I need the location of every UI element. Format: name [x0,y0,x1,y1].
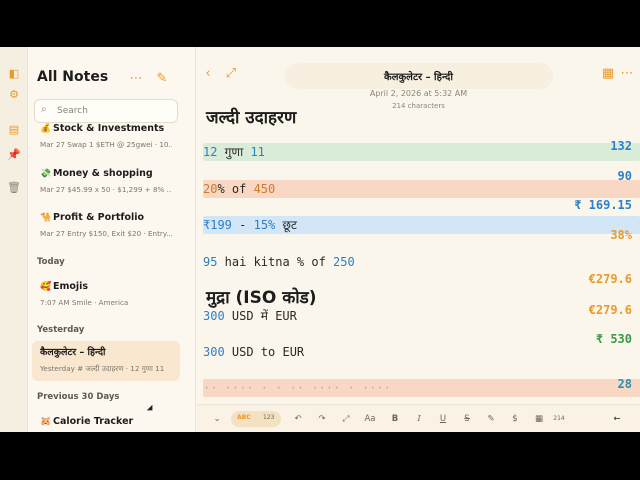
strikethrough-icon[interactable]: S [462,412,472,426]
table-icon[interactable]: ▦ [534,412,544,426]
more-options-icon[interactable]: ⋯ [128,71,144,87]
calc-line[interactable]: 95 hai kitna % of 250 [203,253,640,271]
calc-result: €279.6 [588,272,632,286]
note-emoji: 🐹 [40,417,52,427]
document-date: April 2, 2026 at 5:32 AM [369,89,468,98]
gear-icon[interactable]: ⚙ [7,88,21,102]
note-meta: Yesterday # जल्दी उदाहरण · 12 गुणा 11 [40,364,165,373]
note-title: Stock & Investments [53,123,165,134]
note-item-profit-portfolio[interactable]: 🐪 Profit & Portfolio Mar 27 Entry $150, E… [32,208,180,248]
note-meta: Mar 27 Entry $150, Exit $20 · Entry... [40,229,172,238]
calc-line[interactable]: 20% of 450 [203,180,640,198]
calc-line[interactable]: ₹199 - 15% छूट [203,216,640,234]
notes-sidebar: All Notes ⋯ ✎ ⌕ 💰Stock & Investments Mar… [28,47,196,432]
section-heading: जल्दी उदाहरण [206,108,297,128]
note-meta: 7:07 AM Smile · America [40,298,129,307]
section-header-yesterday: Yesterday [37,325,85,335]
note-emoji: 💰 [40,124,52,134]
note-item-emojis[interactable]: 🥰 Emojis 7:07 AM Smile · America [32,277,180,317]
font-size-icon[interactable]: Aa [363,412,377,426]
note-title: Money & shopping [53,168,153,179]
grid-view-icon[interactable]: ▦ [601,66,615,82]
redo-icon[interactable]: ↷ [316,412,328,426]
editor-header: ‹ ⤢ कैलकुलेटर – हिन्दी April 2, 2026 at … [197,47,640,110]
calc-result: ₹ 169.15 [574,198,632,212]
note-title: कैलकुलेटर – हिन्दी [40,347,106,358]
toolbar-char-count: 214 [553,415,565,422]
sidebar-title: All Notes [37,69,109,85]
note-title: Profit & Portfolio [53,212,145,223]
notes-app-window: ◧ ⚙ ▤ 📌 🗑 All Notes ⋯ ✎ ⌕ 💰Stock & Inves… [0,47,640,432]
note-item-calculator-hindi[interactable]: कैलकुलेटर – हिन्दी Yesterday # जल्दी उदा… [32,341,180,381]
bold-icon[interactable]: B [390,412,400,426]
note-emoji: 💸 [40,169,52,179]
calc-result: 38% [610,228,632,242]
section-header-previous-30-days: Previous 30 Days [37,392,120,402]
note-emoji: 🐪 [40,213,52,223]
sidebar-toggle-icon[interactable]: ◧ [7,67,21,81]
note-meta: Mar 27 $45.99 x 50 · $1,299 + 8% ... [40,185,172,194]
pin-icon[interactable]: 📌 [7,148,21,162]
note-meta: Mar 27 Swap 1 $ETH @ 25gwei · 10... [40,140,172,149]
underline-icon[interactable]: U [438,412,448,426]
section-header-today: Today [37,257,65,267]
section-heading: मुद्रा (ISO कोड) [206,288,317,308]
highlighter-icon[interactable]: ✎ [486,412,496,426]
new-note-icon[interactable]: ✎ [154,71,170,87]
more-options-icon[interactable]: ⋯ [620,66,634,82]
mode-123-label[interactable]: 123 [263,414,274,421]
arrow-left-icon[interactable]: ← [611,412,623,426]
calc-line[interactable]: 300 USD to EUR [203,343,640,361]
calc-result: 132 [610,139,632,153]
mode-abc-label[interactable]: ABC [237,414,251,421]
currency-icon[interactable]: $ [510,412,520,426]
calc-result: 28 [617,377,632,391]
document-icon[interactable]: ▤ [7,123,21,137]
collapse-chevron-icon[interactable]: ⌄ [211,412,223,426]
calc-line-partial[interactable]: ·· ···· · · ·· ···· · ···· [203,379,640,389]
resize-icon[interactable]: ⤢ [340,412,352,426]
left-rail: ◧ ⚙ ▤ 📌 🗑 [0,47,28,432]
calc-line[interactable]: 300 USD में EUR [203,307,640,325]
undo-icon[interactable]: ↶ [292,412,304,426]
document-title[interactable]: कैलकुलेटर – हिन्दी [197,69,640,83]
note-item-stock-investments[interactable]: 💰 Stock & Investments Mar 27 Swap 1 $ETH … [32,119,180,159]
search-icon: ⌕ [41,104,47,115]
note-item-calorie-tracker[interactable]: 🐹 Calorie Tracker [32,412,180,432]
note-editor: ‹ ⤢ कैलकुलेटर – हिन्दी April 2, 2026 at … [197,47,640,432]
search-input[interactable] [57,103,173,119]
trash-icon[interactable]: 🗑 [7,181,21,195]
note-title: Emojis [53,281,89,292]
note-emoji: 🥰 [40,282,52,292]
italic-icon[interactable]: I [414,412,424,426]
format-toolbar: ⌄ ABC 123 ↶ ↷ ⤢ Aa B I U S ✎ $ ▦ 214 ← [197,404,640,432]
note-title: Calorie Tracker [53,416,134,427]
calc-line[interactable]: 12 गुणा 11 [203,143,640,161]
note-item-money-shopping[interactable]: 💸 Money & shopping Mar 27 $45.99 x 50 · $… [32,164,180,204]
